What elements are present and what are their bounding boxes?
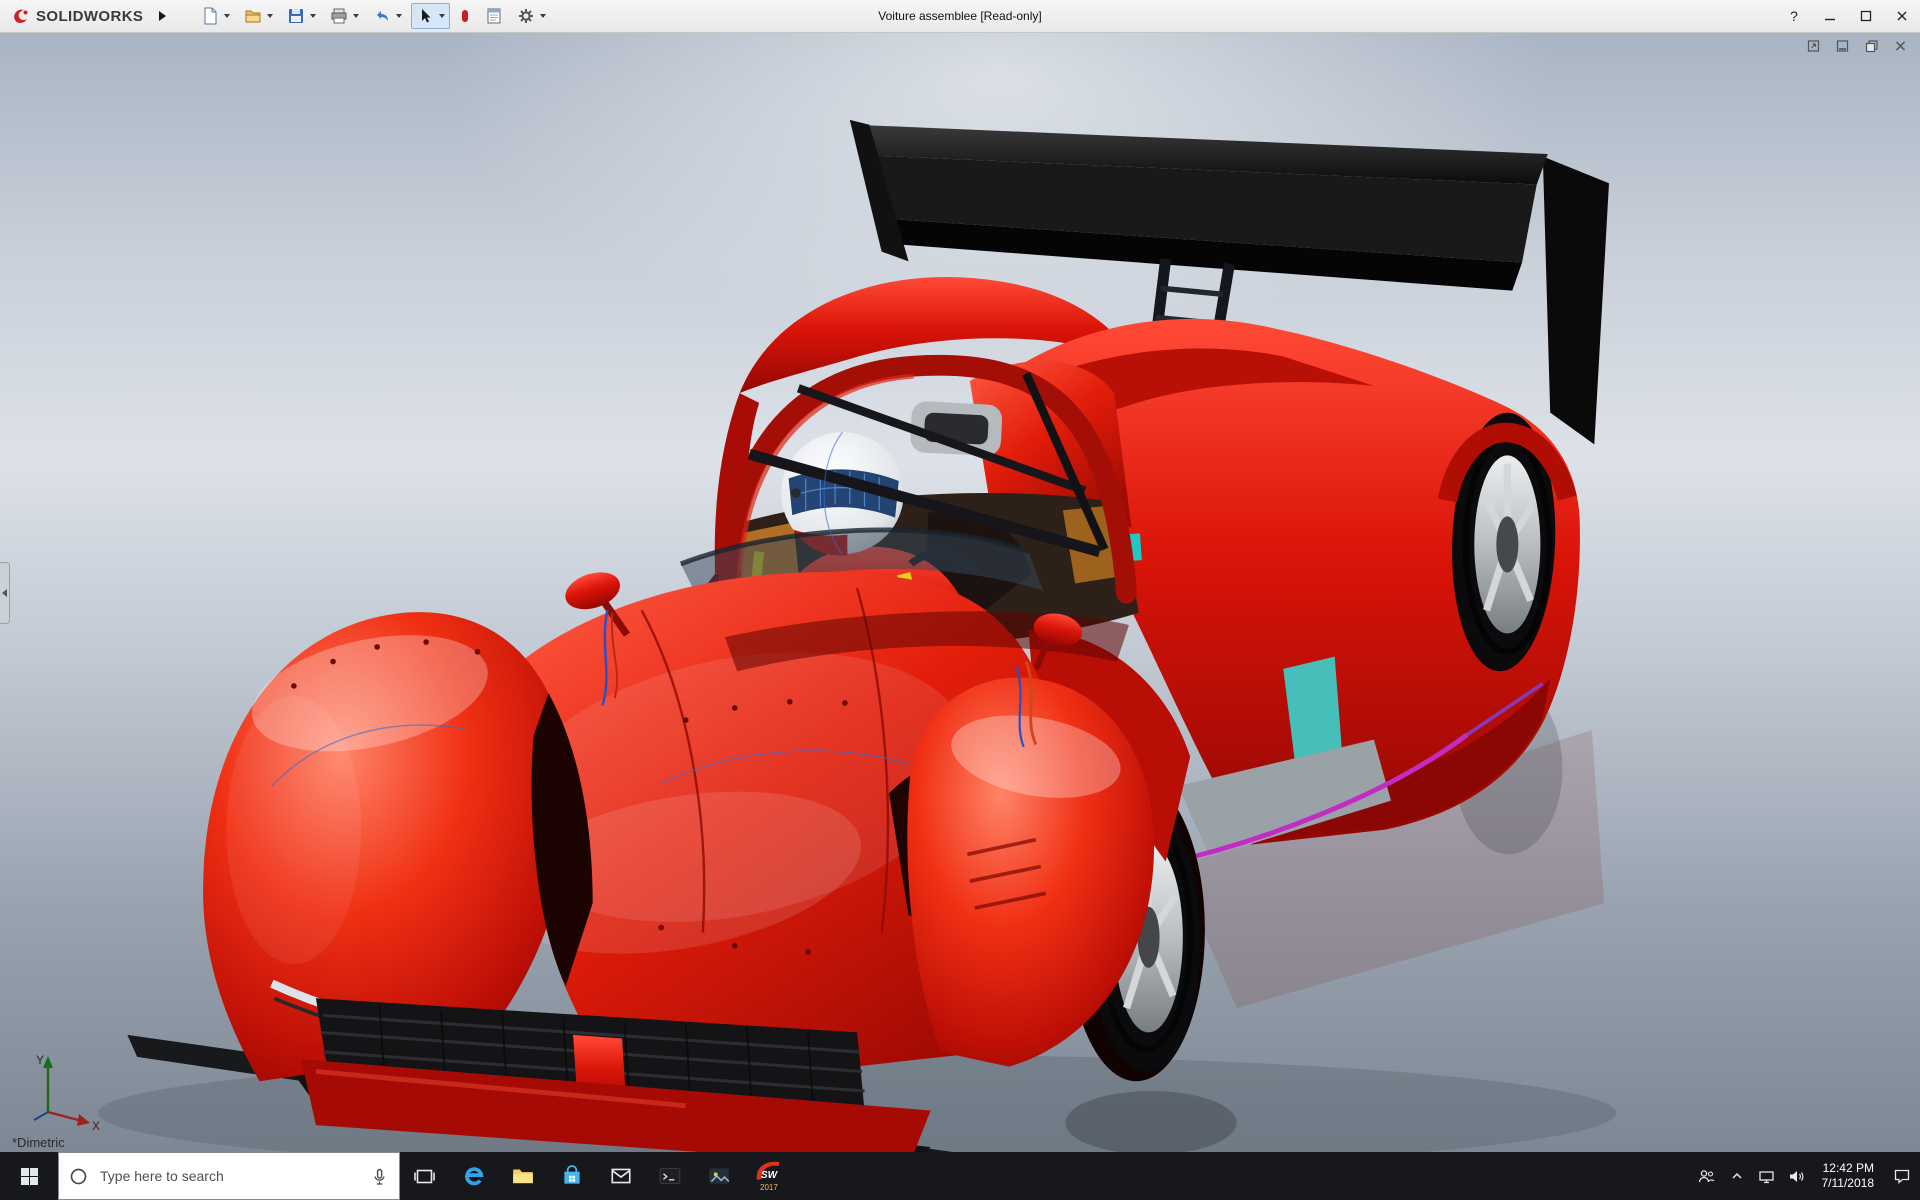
dropdown-arrow-icon[interactable] [396,14,403,18]
photos-button[interactable] [694,1152,743,1200]
clock-time: 12:42 PM [1822,1161,1874,1175]
file-explorer-button[interactable] [498,1152,547,1200]
save-icon [289,9,304,23]
triad-y-label: Y [36,1053,44,1067]
store-icon [563,1165,580,1184]
new-document-button[interactable] [196,3,235,29]
task-view-button[interactable] [400,1152,449,1200]
dropdown-arrow-icon[interactable] [540,14,547,18]
select-cursor-icon [422,9,431,23]
store-button[interactable] [547,1152,596,1200]
windows-logo-icon [20,1167,38,1185]
maximize-button[interactable] [1848,0,1884,32]
dropdown-arrow-icon[interactable] [267,14,274,18]
solidworks-taskbar-button[interactable]: SW 2017 [743,1152,792,1200]
orientation-triad: Y X [33,1053,100,1133]
volume-button[interactable] [1782,1152,1812,1200]
open-folder-icon [245,10,261,23]
close-icon [1897,11,1907,21]
solidworks-logo-text: SW [761,1170,779,1181]
terminal-button[interactable] [645,1152,694,1200]
save-button[interactable] [282,3,321,29]
app-logo: SOLIDWORKS [0,6,178,26]
document-title: Voiture assemblee [Read-only] [878,9,1042,23]
network-icon [1759,1170,1774,1183]
edge-button[interactable] [449,1152,498,1200]
instant3d-button[interactable] [454,3,476,29]
print-button[interactable] [325,3,364,29]
minimize-icon [1825,18,1835,21]
menu-flyout-button[interactable] [155,7,170,25]
dropdown-arrow-icon[interactable] [310,14,317,18]
app-titlebar: SOLIDWORKS Voiture assemblee [Read-only]… [0,0,1920,33]
dropdown-arrow-icon[interactable] [439,14,446,18]
undo-icon [377,11,389,21]
maximize-icon [1860,10,1872,22]
graphics-viewport[interactable]: Y X *Dimetric [0,32,1920,1152]
view-orientation-label: *Dimetric [12,1135,65,1150]
collapse-arrow-icon [2,589,7,597]
microphone-icon[interactable] [370,1167,389,1186]
action-center-button[interactable] [1884,1152,1920,1200]
restore-document-icon[interactable] [1864,39,1879,53]
window-controls: ? [1776,0,1920,32]
select-tool-button[interactable] [411,3,451,29]
close-button[interactable] [1884,0,1920,32]
undo-button[interactable] [368,3,407,29]
windows-taskbar: SW 2017 [0,1152,1920,1200]
help-button[interactable]: ? [1776,0,1812,32]
action-center-icon [1894,1169,1910,1184]
people-button[interactable] [1692,1152,1722,1200]
close-document-icon[interactable] [1893,39,1908,53]
property-sheet-icon [487,8,501,24]
print-icon [331,8,347,24]
solidworks-version-badge: 2017 [760,1183,778,1192]
new-document-icon [204,7,217,25]
minimize-document-icon[interactable] [1835,39,1850,53]
task-view-icon [414,1169,435,1183]
chevron-up-icon [1731,1172,1742,1179]
minimize-button[interactable] [1812,0,1848,32]
edge-icon [464,1167,484,1186]
3d-model-car[interactable] [0,32,1920,1152]
people-icon [1698,1169,1715,1182]
file-explorer-icon [512,1169,533,1184]
mail-icon [610,1168,631,1184]
pop-out-icon[interactable] [1806,39,1821,53]
terminal-icon [659,1167,680,1185]
taskbar-search[interactable] [58,1152,400,1200]
mail-button[interactable] [596,1152,645,1200]
3ds-logo-icon [14,9,28,23]
flyout-arrow-icon [159,11,167,21]
taskbar-clock[interactable]: 12:42 PM 7/11/2018 [1812,1161,1885,1191]
clock-date: 7/11/2018 [1821,1176,1875,1190]
solidworks-icon: SW 2017 [756,1161,779,1192]
hidden-icons-button[interactable] [1722,1152,1752,1200]
search-icon [70,1168,87,1184]
network-button[interactable] [1752,1152,1782,1200]
document-window-controls [1806,39,1908,53]
search-input[interactable] [98,1167,360,1185]
start-button[interactable] [0,1152,58,1200]
evaluate-sheet-button[interactable] [480,3,508,29]
volume-icon [1790,1170,1804,1182]
dropdown-arrow-icon[interactable] [353,14,360,18]
instant3d-icon [462,10,469,22]
system-tray: 12:42 PM 7/11/2018 [1692,1152,1920,1200]
gear-icon [519,9,534,23]
triad-x-label: X [92,1119,100,1133]
dropdown-arrow-icon[interactable] [224,14,231,18]
photos-icon [708,1168,729,1184]
quick-access-toolbar [196,3,551,29]
open-button[interactable] [239,3,278,29]
brand-name: SOLIDWORKS [36,7,144,25]
feature-panel-flyout-tab[interactable] [0,562,10,624]
options-button[interactable] [512,3,551,29]
